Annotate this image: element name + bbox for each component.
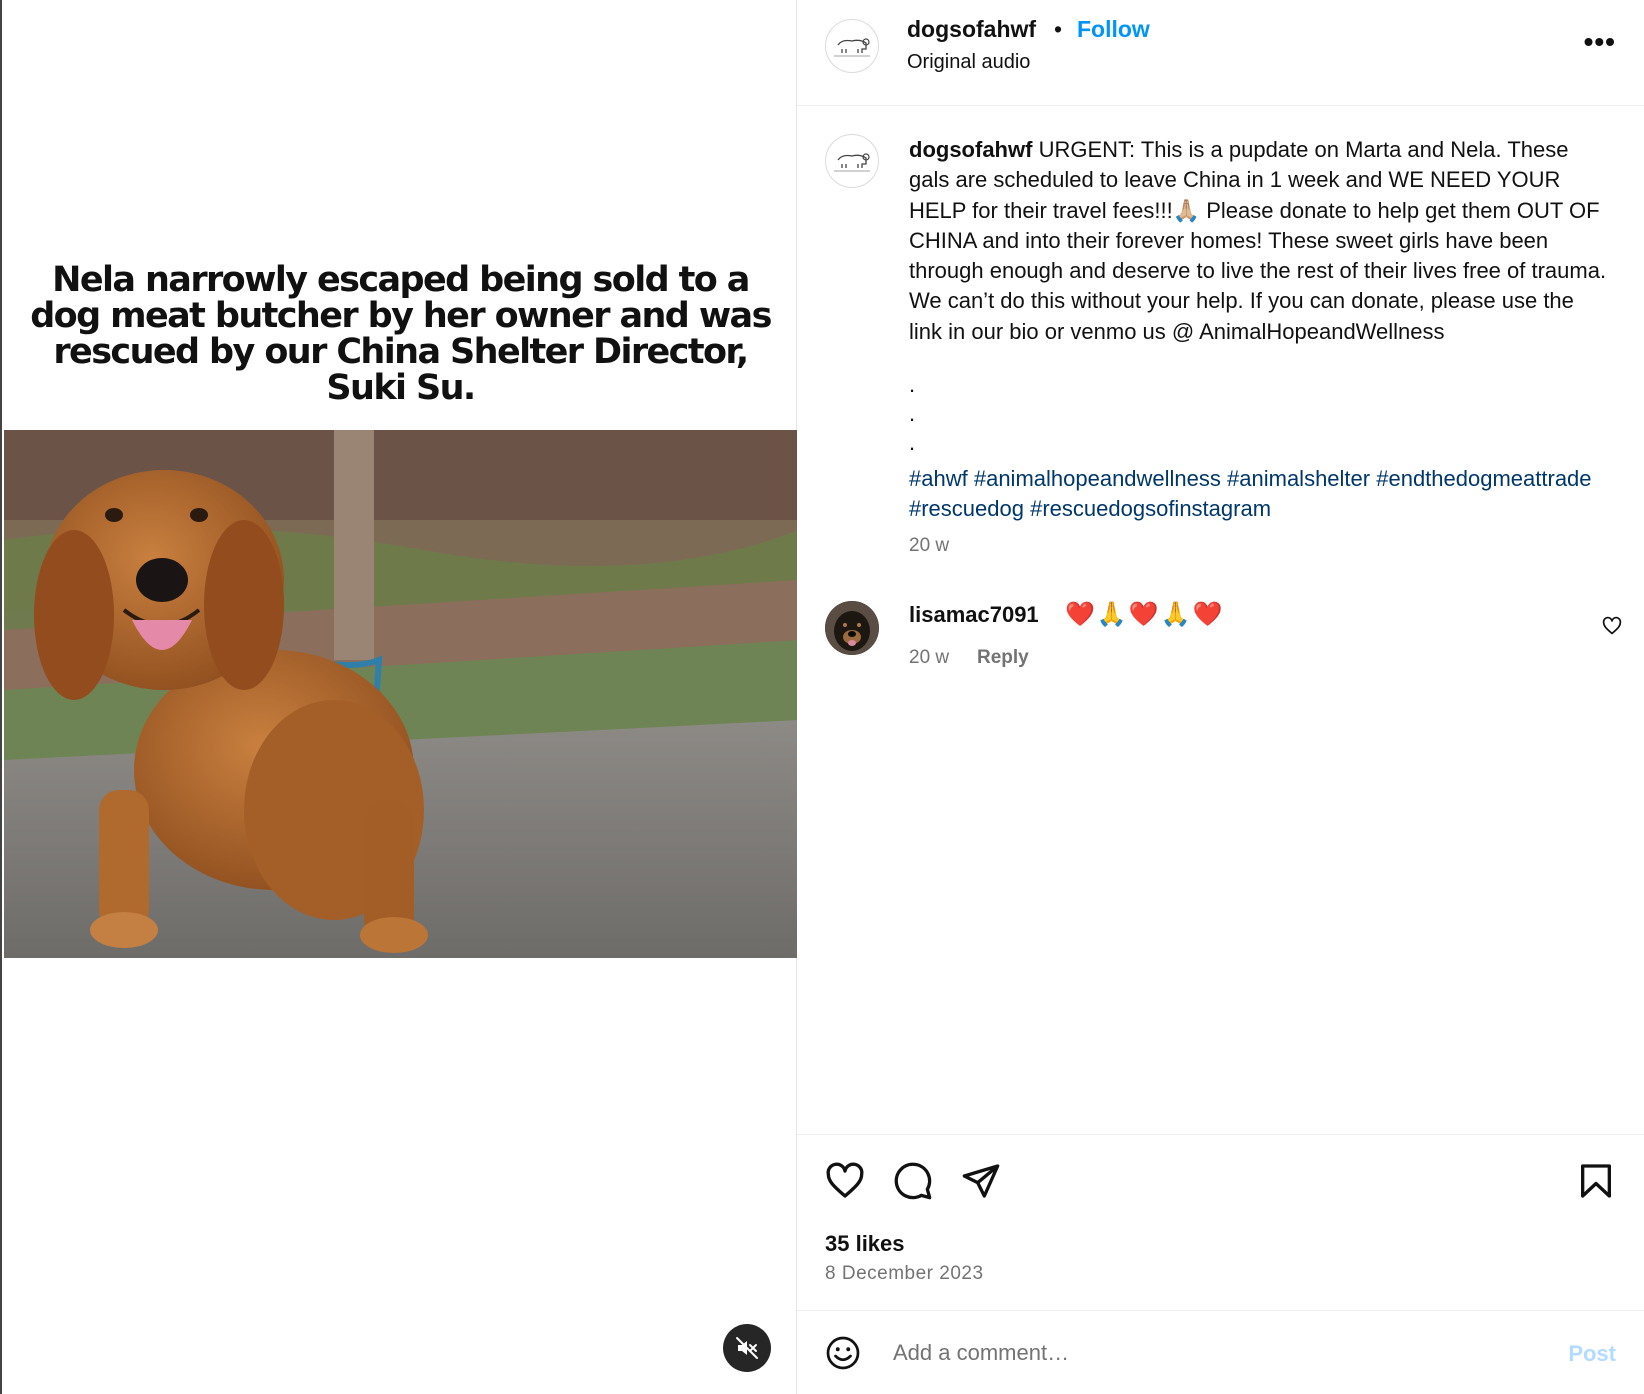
heart-icon <box>1602 616 1622 635</box>
like-count[interactable]: 35 likes <box>825 1231 905 1257</box>
share-button[interactable] <box>961 1161 1001 1206</box>
ahwf-logo <box>834 153 870 172</box>
heart-icon <box>826 1162 864 1198</box>
video-overlay-text: Nela narrowly escaped being sold to a do… <box>30 260 772 408</box>
bookmark-icon <box>1581 1164 1611 1198</box>
caption-timestamp[interactable]: 20 w <box>909 535 949 557</box>
caption-dot: . <box>909 430 916 455</box>
reply-button[interactable]: Reply <box>977 647 1029 669</box>
follow-button[interactable]: Follow <box>1077 16 1150 43</box>
emoji-icon <box>826 1336 860 1370</box>
caption-dot: . <box>909 372 916 397</box>
comment-icon <box>894 1162 932 1200</box>
hashtag-link[interactable]: #rescuedogsofinstagram <box>1030 496 1271 521</box>
post-caption: dogsofahwf URGENT: This is a pupdate on … <box>909 135 1609 347</box>
hashtag-link[interactable]: #endthedogmeattrade <box>1376 466 1591 491</box>
post-comment-button[interactable]: Post <box>1568 1341 1616 1367</box>
hashtags: #ahwf #animalhopeandwellness #animalshel… <box>909 464 1609 525</box>
hashtag-link[interactable]: #animalhopeandwellness <box>974 466 1221 491</box>
header-separator: • <box>1054 16 1063 42</box>
caption-username[interactable]: dogsofahwf <box>909 137 1032 162</box>
post-header: dogsofahwf • Follow Original audio ••• <box>797 0 1644 106</box>
comment-like-button[interactable] <box>1602 616 1622 641</box>
mute-button[interactable] <box>723 1324 771 1372</box>
like-button[interactable] <box>825 1161 865 1206</box>
rottweiler-avatar <box>825 601 879 655</box>
hashtag-link[interactable]: #animalshelter <box>1227 466 1370 491</box>
speaker-muted-icon <box>736 1337 758 1359</box>
action-bar: 35 likes 8 December 2023 <box>797 1134 1644 1310</box>
comment-bar: Post <box>797 1310 1644 1394</box>
save-button[interactable] <box>1576 1161 1616 1206</box>
share-icon <box>962 1164 1000 1198</box>
commenter-avatar[interactable] <box>825 601 879 655</box>
ahwf-logo <box>834 38 870 57</box>
header-username[interactable]: dogsofahwf <box>907 16 1036 43</box>
commenter-username[interactable]: lisamac7091 <box>909 602 1039 628</box>
comment-button[interactable] <box>893 1161 933 1206</box>
comment-input[interactable] <box>893 1331 1513 1375</box>
hashtag-link[interactable]: #rescuedog <box>909 496 1024 521</box>
more-options-button[interactable]: ••• <box>1584 26 1616 58</box>
post-date: 8 December 2023 <box>825 1263 984 1284</box>
audio-label[interactable]: Original audio <box>907 51 1030 74</box>
caption-avatar[interactable] <box>825 134 879 188</box>
comment-text: ❤️🙏❤️🙏❤️ <box>1065 601 1225 628</box>
hashtag-link[interactable]: #ahwf <box>909 466 968 491</box>
post-media[interactable]: Nela narrowly escaped being sold to a do… <box>0 0 799 1394</box>
post-sidebar: dogsofahwf • Follow Original audio ••• d… <box>797 0 1644 1394</box>
dog-photo <box>4 430 799 958</box>
caption-dot: . <box>909 401 916 426</box>
caption-text: URGENT: This is a pupdate on Marta and N… <box>909 137 1607 344</box>
emoji-picker-button[interactable] <box>825 1335 861 1376</box>
profile-avatar[interactable] <box>825 19 879 73</box>
comment-timestamp[interactable]: 20 w <box>909 647 949 669</box>
